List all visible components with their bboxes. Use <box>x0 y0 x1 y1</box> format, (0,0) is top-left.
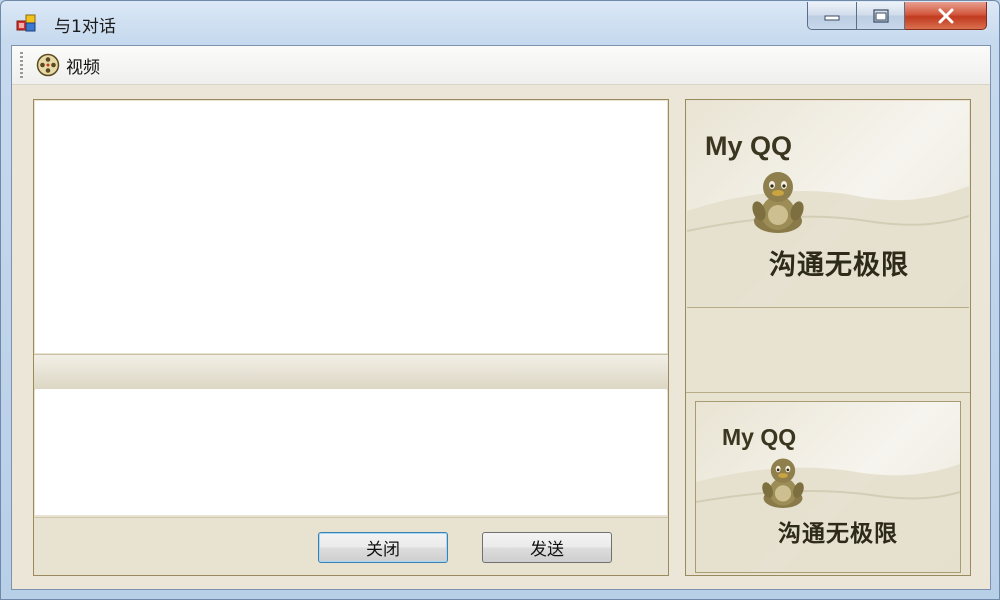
caption-buttons <box>807 2 987 30</box>
minimize-icon <box>824 15 840 20</box>
send-button[interactable]: 发送 <box>482 532 612 563</box>
maximize-icon <box>872 8 889 23</box>
minimize-button[interactable] <box>807 2 857 30</box>
splitter-bar[interactable] <box>34 354 668 390</box>
film-reel-icon <box>36 53 60 77</box>
toolbar-grip[interactable] <box>20 52 23 78</box>
close-button[interactable]: 关闭 <box>318 532 448 563</box>
chat-panel: 关闭 发送 <box>33 99 669 576</box>
qq-banner-bottom: My QQ 沟通无极限 <box>695 401 961 573</box>
brand-text: My QQ <box>722 424 797 450</box>
window-title: 与1对话 <box>54 17 116 37</box>
chat-window: 与1对话 视频 关闭 发送 My QQ 沟通无极限 My QQ 沟通无极限 <box>0 0 1000 600</box>
brand-text: My QQ <box>705 131 793 161</box>
button-row: 关闭 发送 <box>34 517 668 576</box>
client-area: 视频 关闭 发送 My QQ 沟通无极限 My QQ 沟通无极限 <box>11 45 991 590</box>
close-icon <box>938 8 953 23</box>
qq-banner-top: My QQ 沟通无极限 <box>687 101 969 308</box>
message-input[interactable] <box>35 389 667 515</box>
panel-divider <box>686 392 970 393</box>
slogan-text: 沟通无极限 <box>769 250 909 281</box>
title-bar[interactable]: 与1对话 <box>1 1 999 41</box>
toolbar: 视频 <box>12 46 990 85</box>
app-icon <box>16 14 36 32</box>
maximize-button[interactable] <box>857 2 905 30</box>
video-menu-label: 视频 <box>66 57 100 78</box>
slogan-text: 沟通无极限 <box>778 521 898 547</box>
qq-penguin-icon <box>752 172 804 233</box>
video-menu-button[interactable]: 视频 <box>36 51 100 79</box>
qq-penguin-icon <box>762 458 804 508</box>
close-window-button[interactable] <box>905 2 987 30</box>
message-history[interactable] <box>35 101 667 353</box>
side-panel: My QQ 沟通无极限 My QQ 沟通无极限 <box>685 99 971 576</box>
